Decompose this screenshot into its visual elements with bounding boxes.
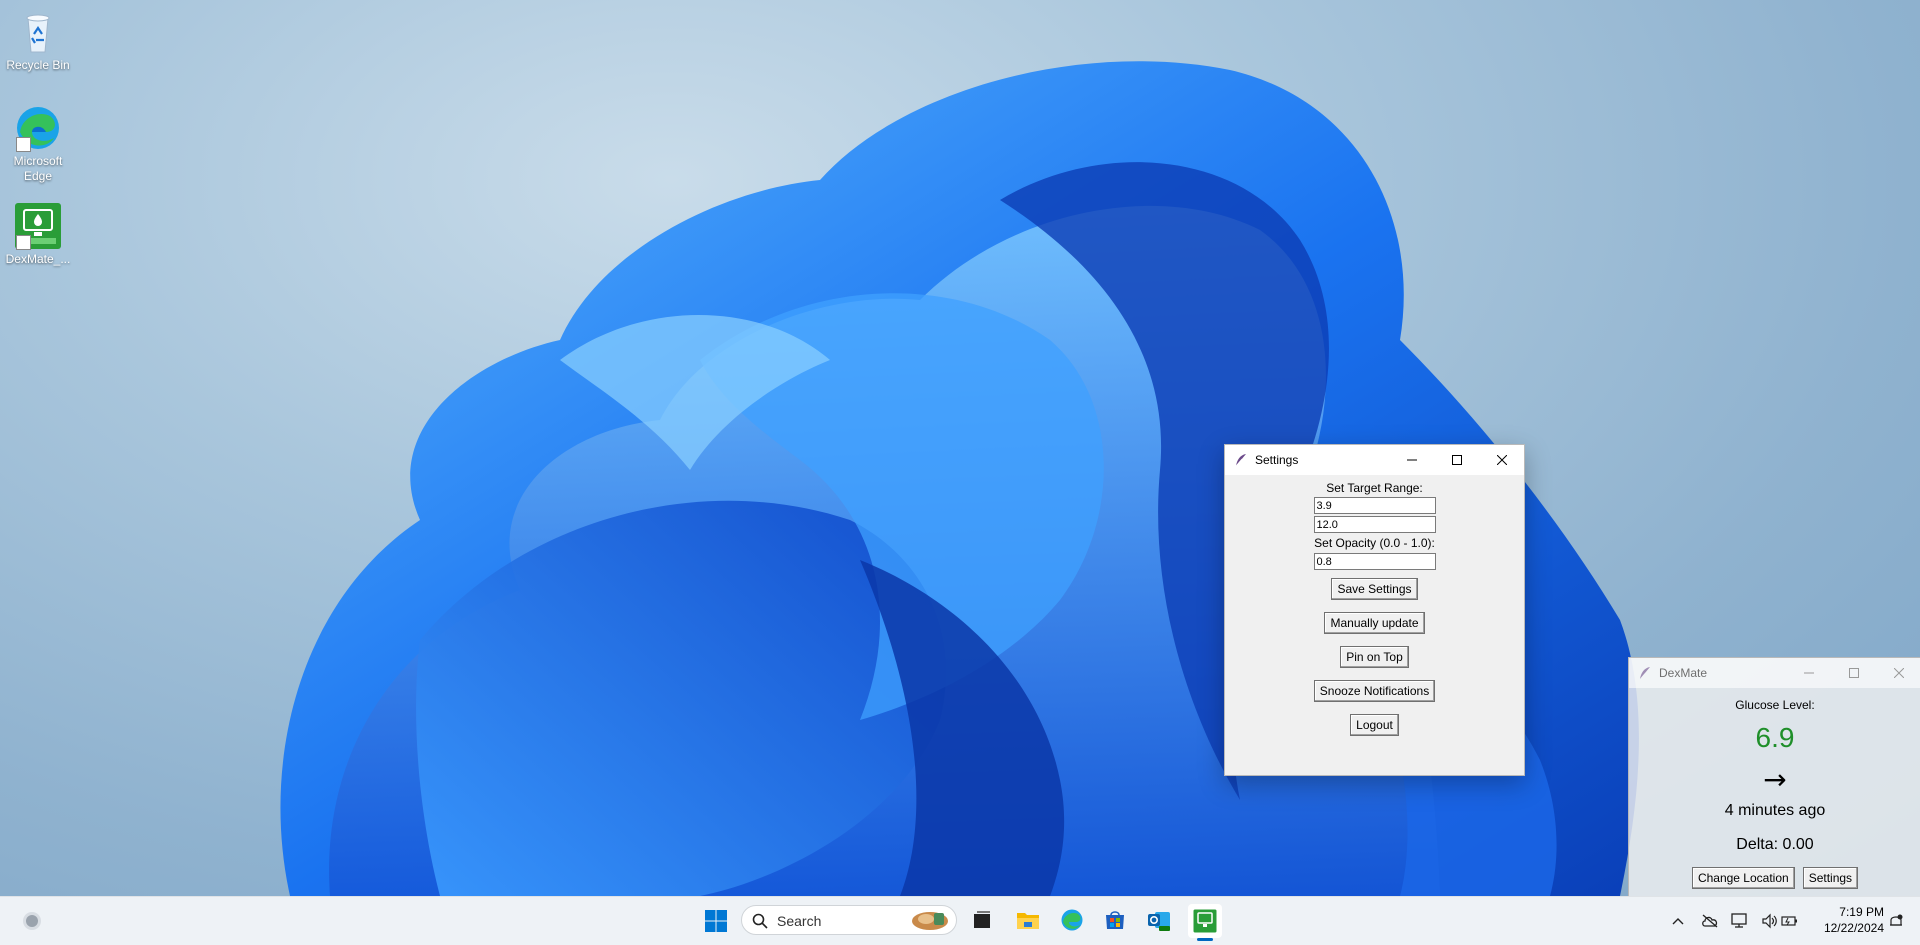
target-high-input[interactable] (1313, 516, 1436, 533)
outlook-icon (1148, 912, 1170, 931)
search-highlight-icon (912, 912, 948, 930)
glucose-value: 6.9 (1755, 722, 1795, 753)
close-icon (1496, 455, 1507, 465)
task-view-icon (974, 911, 990, 928)
cloud-offline-icon (1702, 914, 1718, 928)
minimize-button[interactable] (1786, 658, 1831, 688)
feather-icon (1235, 454, 1246, 467)
taskbar-edge[interactable] (1056, 904, 1088, 936)
dexmate-icon (1193, 909, 1217, 933)
opacity-input[interactable] (1313, 553, 1436, 570)
window-title: DexMate (1659, 666, 1708, 680)
folder-icon (1017, 913, 1039, 929)
maximize-button[interactable] (1831, 658, 1876, 688)
desktop-icon-label: Recycle Bin (6, 58, 70, 72)
settings-window: Settings Set Target Range: Set Opacity (… (1224, 444, 1525, 776)
taskbar-outlook[interactable] (1143, 904, 1175, 936)
snooze-notifications-button[interactable]: Snooze Notifications (1313, 680, 1436, 702)
settings-body: Set Target Range: Set Opacity (0.0 - 1.0… (1225, 475, 1524, 736)
chevron-up-icon (1672, 918, 1684, 925)
desktop-icon-label: DexMate_... (5, 252, 71, 266)
shortcut-arrow-icon (16, 137, 31, 152)
dexmate-icon (14, 202, 62, 250)
tray-battery[interactable] (1780, 911, 1800, 931)
dexmate-titlebar[interactable]: DexMate (1629, 658, 1920, 688)
battery-icon (1781, 916, 1797, 926)
minimize-button[interactable] (1389, 445, 1434, 475)
settings-titlebar[interactable]: Settings (1225, 445, 1524, 475)
taskbar-task-view[interactable] (966, 904, 998, 936)
taskbar (0, 896, 1920, 945)
clock-date: 12/22/2024 (1823, 921, 1884, 935)
settings-button[interactable]: Settings (1802, 867, 1859, 889)
desktop-icon-label: Microsoft Edge (13, 154, 63, 183)
glucose-label: Glucose Level: (1735, 698, 1815, 712)
dexmate-button-row: Change Location Settings (1629, 867, 1920, 889)
desktop-icon-recycle-bin[interactable]: Recycle Bin (0, 8, 76, 73)
maximize-icon (1451, 455, 1462, 465)
taskbar-dexmate[interactable] (1188, 904, 1222, 938)
taskbar-search-box[interactable]: Search (741, 905, 957, 935)
target-low-input[interactable] (1313, 497, 1436, 514)
save-settings-button[interactable]: Save Settings (1331, 578, 1418, 600)
show-hidden-icons-button[interactable] (1668, 911, 1688, 931)
search-icon (752, 913, 768, 929)
feather-icon (1640, 667, 1650, 679)
notification-center-button[interactable] (1886, 911, 1906, 931)
tray-onedrive[interactable] (1700, 911, 1720, 931)
network-icon (1731, 913, 1747, 928)
desktop-icon-dexmate[interactable]: DexMate_... (0, 202, 76, 267)
desktop-icon-microsoft-edge[interactable]: Microsoft Edge (0, 104, 76, 184)
manually-update-button[interactable]: Manually update (1324, 612, 1425, 634)
minimize-icon (1406, 459, 1417, 461)
last-updated-text: 4 minutes ago (1724, 802, 1826, 819)
tray-volume[interactable] (1760, 911, 1780, 931)
dexmate-body: Glucose Level: 6.9 → 4 minutes ago Delta… (1629, 698, 1920, 889)
window-title: Settings (1255, 453, 1299, 467)
widgets-button[interactable] (16, 905, 48, 937)
shortcut-arrow-icon (16, 235, 31, 250)
recycle-bin-icon (14, 8, 62, 56)
windows-start-icon (705, 910, 727, 932)
taskbar-store[interactable] (1099, 904, 1131, 936)
dexmate-window: DexMate Glucose Level: 6.9 → 4 minutes a… (1628, 657, 1920, 898)
maximize-icon (1848, 668, 1859, 678)
target-range-label: Set Target Range: (1326, 481, 1423, 495)
notification-bell-icon (1890, 914, 1903, 926)
close-button[interactable] (1876, 658, 1920, 688)
tray-network[interactable] (1730, 911, 1750, 931)
store-icon (1106, 911, 1124, 929)
maximize-button[interactable] (1434, 445, 1479, 475)
speaker-icon (1762, 913, 1777, 929)
change-location-button[interactable]: Change Location (1691, 867, 1795, 889)
search-placeholder: Search (777, 913, 822, 929)
close-icon (1893, 668, 1904, 678)
active-app-indicator (1197, 938, 1213, 941)
clock-time: 7:19 PM (1839, 905, 1884, 919)
start-button[interactable] (700, 905, 732, 937)
weather-cloud-icon (23, 912, 41, 930)
delta-text: Delta: 0.00 (1736, 836, 1814, 853)
pin-on-top-button[interactable]: Pin on Top (1340, 646, 1409, 668)
logout-button[interactable]: Logout (1350, 714, 1399, 736)
trend-arrow-icon: → (1763, 763, 1787, 796)
close-button[interactable] (1479, 445, 1524, 475)
taskbar-file-explorer[interactable] (1012, 904, 1044, 936)
opacity-label: Set Opacity (0.0 - 1.0): (1314, 536, 1435, 550)
edge-icon (14, 104, 62, 152)
clock[interactable]: 7:19 PM 12/22/2024 (1808, 904, 1884, 936)
edge-icon (1061, 909, 1083, 931)
minimize-icon (1803, 672, 1814, 674)
